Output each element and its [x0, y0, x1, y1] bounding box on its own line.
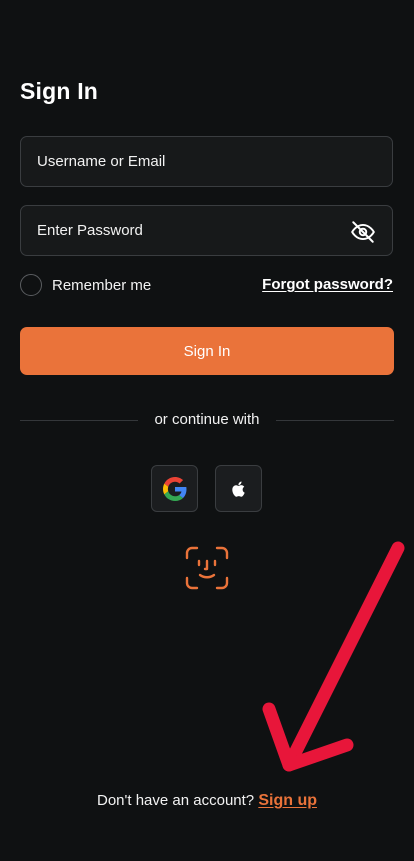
password-input[interactable] [21, 206, 392, 255]
eye-off-icon[interactable] [350, 219, 376, 245]
password-field-container[interactable] [20, 205, 393, 256]
remember-me-row[interactable]: Remember me [20, 272, 151, 298]
page-title: Sign In [20, 78, 99, 104]
red-arrow-icon [262, 541, 405, 772]
username-input[interactable] [21, 137, 392, 186]
apple-icon [231, 481, 245, 497]
divider-right [276, 420, 394, 421]
sign-up-link[interactable]: Sign up [258, 792, 317, 809]
google-icon [162, 476, 186, 501]
google-sign-in-button[interactable] [151, 465, 198, 512]
sign-up-prompt-text: Don't have an account? [97, 792, 255, 809]
forgot-password-link[interactable]: Forgot password? [262, 276, 393, 293]
remember-me-checkbox[interactable] [20, 274, 42, 296]
apple-sign-in-button[interactable] [215, 465, 262, 512]
remember-me-label: Remember me [52, 276, 152, 294]
sign-in-button[interactable]: Sign In [20, 327, 394, 375]
sign-up-prompt: Don't have an account? Sign up [0, 792, 414, 810]
face-id-icon[interactable] [185, 546, 229, 590]
username-field-container[interactable] [20, 136, 393, 187]
